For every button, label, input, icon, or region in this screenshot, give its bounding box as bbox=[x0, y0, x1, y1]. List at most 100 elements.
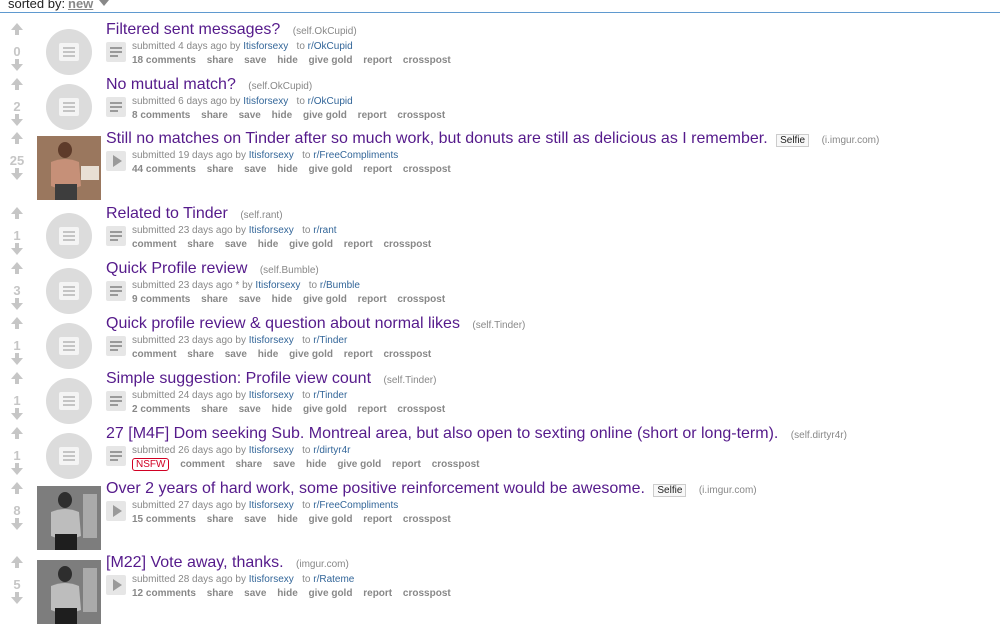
share-button[interactable]: share bbox=[207, 514, 234, 525]
save-button[interactable]: save bbox=[273, 459, 295, 470]
self-post-icon[interactable] bbox=[46, 378, 92, 424]
post-title-link[interactable]: Simple suggestion: Profile view count bbox=[106, 370, 371, 387]
downvote-arrow-icon[interactable] bbox=[11, 298, 23, 310]
downvote-arrow-icon[interactable] bbox=[11, 168, 23, 180]
self-post-icon[interactable] bbox=[46, 323, 92, 369]
subreddit-link[interactable]: r/rant bbox=[313, 225, 336, 236]
save-button[interactable]: save bbox=[244, 588, 266, 599]
text-expando-icon[interactable] bbox=[106, 42, 126, 62]
upvote-arrow-icon[interactable] bbox=[11, 207, 23, 219]
share-button[interactable]: share bbox=[207, 164, 234, 175]
subreddit-link[interactable]: r/OkCupid bbox=[308, 41, 353, 52]
share-button[interactable]: share bbox=[201, 110, 228, 121]
crosspost-button[interactable]: crosspost bbox=[403, 55, 451, 66]
subreddit-link[interactable]: r/Tinder bbox=[313, 335, 347, 346]
share-button[interactable]: share bbox=[207, 588, 234, 599]
share-button[interactable]: share bbox=[201, 294, 228, 305]
text-expando-icon[interactable] bbox=[106, 446, 126, 466]
give-gold-button[interactable]: give gold bbox=[337, 459, 381, 470]
author-link[interactable]: Itisforsexy bbox=[243, 41, 288, 52]
hide-button[interactable]: hide bbox=[272, 110, 293, 121]
save-button[interactable]: save bbox=[244, 164, 266, 175]
report-button[interactable]: report bbox=[358, 294, 387, 305]
upvote-arrow-icon[interactable] bbox=[11, 372, 23, 384]
give-gold-button[interactable]: give gold bbox=[289, 239, 333, 250]
crosspost-button[interactable]: crosspost bbox=[403, 164, 451, 175]
comments-button[interactable]: 2 comments bbox=[132, 404, 190, 415]
text-expando-icon[interactable] bbox=[106, 226, 126, 246]
give-gold-button[interactable]: give gold bbox=[303, 294, 347, 305]
upvote-arrow-icon[interactable] bbox=[11, 132, 23, 144]
report-button[interactable]: report bbox=[363, 55, 392, 66]
author-link[interactable]: Itisforsexy bbox=[255, 280, 300, 291]
author-link[interactable]: Itisforsexy bbox=[249, 225, 294, 236]
post-domain[interactable]: (self.OkCupid) bbox=[293, 26, 357, 37]
save-button[interactable]: save bbox=[239, 404, 261, 415]
play-expando-icon[interactable] bbox=[106, 501, 126, 521]
post-domain[interactable]: (self.Tinder) bbox=[472, 320, 525, 331]
post-title-link[interactable]: No mutual match? bbox=[106, 76, 236, 93]
comments-button[interactable]: 9 comments bbox=[132, 294, 190, 305]
comments-button[interactable]: comment bbox=[180, 459, 224, 470]
downvote-arrow-icon[interactable] bbox=[11, 59, 23, 71]
hide-button[interactable]: hide bbox=[258, 349, 279, 360]
upvote-arrow-icon[interactable] bbox=[11, 556, 23, 568]
text-expando-icon[interactable] bbox=[106, 336, 126, 356]
subreddit-link[interactable]: r/Bumble bbox=[320, 280, 360, 291]
post-title-link[interactable]: [M22] Vote away, thanks. bbox=[106, 554, 284, 571]
text-expando-icon[interactable] bbox=[106, 281, 126, 301]
self-post-icon[interactable] bbox=[46, 29, 92, 75]
post-domain[interactable]: (self.Bumble) bbox=[260, 265, 319, 276]
give-gold-button[interactable]: give gold bbox=[309, 514, 353, 525]
hide-button[interactable]: hide bbox=[258, 239, 279, 250]
give-gold-button[interactable]: give gold bbox=[289, 349, 333, 360]
hide-button[interactable]: hide bbox=[277, 55, 298, 66]
downvote-arrow-icon[interactable] bbox=[11, 592, 23, 604]
post-thumbnail[interactable] bbox=[37, 136, 101, 200]
subreddit-link[interactable]: r/Rateme bbox=[313, 574, 354, 585]
share-button[interactable]: share bbox=[187, 239, 214, 250]
play-expando-icon[interactable] bbox=[106, 575, 126, 595]
hide-button[interactable]: hide bbox=[277, 588, 298, 599]
self-post-icon[interactable] bbox=[46, 268, 92, 314]
post-domain[interactable]: (self.dirtyr4r) bbox=[791, 430, 847, 441]
subreddit-link[interactable]: r/FreeCompliments bbox=[313, 500, 398, 511]
downvote-arrow-icon[interactable] bbox=[11, 114, 23, 126]
author-link[interactable]: Itisforsexy bbox=[249, 445, 294, 456]
author-link[interactable]: Itisforsexy bbox=[249, 500, 294, 511]
upvote-arrow-icon[interactable] bbox=[11, 317, 23, 329]
post-title-link[interactable]: Still no matches on Tinder after so much… bbox=[106, 130, 768, 147]
post-domain[interactable]: (i.imgur.com) bbox=[822, 135, 880, 146]
comments-button[interactable]: 44 comments bbox=[132, 164, 196, 175]
give-gold-button[interactable]: give gold bbox=[309, 55, 353, 66]
self-post-icon[interactable] bbox=[46, 84, 92, 130]
crosspost-button[interactable]: crosspost bbox=[383, 239, 431, 250]
comments-button[interactable]: comment bbox=[132, 349, 176, 360]
give-gold-button[interactable]: give gold bbox=[309, 588, 353, 599]
report-button[interactable]: report bbox=[344, 349, 373, 360]
sort-selector[interactable]: new bbox=[68, 0, 93, 11]
crosspost-button[interactable]: crosspost bbox=[403, 514, 451, 525]
save-button[interactable]: save bbox=[244, 514, 266, 525]
report-button[interactable]: report bbox=[344, 239, 373, 250]
report-button[interactable]: report bbox=[363, 514, 392, 525]
report-button[interactable]: report bbox=[392, 459, 421, 470]
downvote-arrow-icon[interactable] bbox=[11, 408, 23, 420]
crosspost-button[interactable]: crosspost bbox=[397, 294, 445, 305]
hide-button[interactable]: hide bbox=[306, 459, 327, 470]
author-link[interactable]: Itisforsexy bbox=[249, 390, 294, 401]
self-post-icon[interactable] bbox=[46, 433, 92, 479]
hide-button[interactable]: hide bbox=[272, 294, 293, 305]
comments-button[interactable]: 15 comments bbox=[132, 514, 196, 525]
upvote-arrow-icon[interactable] bbox=[11, 262, 23, 274]
upvote-arrow-icon[interactable] bbox=[11, 23, 23, 35]
upvote-arrow-icon[interactable] bbox=[11, 78, 23, 90]
author-link[interactable]: Itisforsexy bbox=[249, 150, 294, 161]
post-thumbnail[interactable] bbox=[37, 560, 101, 624]
report-button[interactable]: report bbox=[358, 110, 387, 121]
comments-button[interactable]: 8 comments bbox=[132, 110, 190, 121]
crosspost-button[interactable]: crosspost bbox=[397, 110, 445, 121]
crosspost-button[interactable]: crosspost bbox=[397, 404, 445, 415]
downvote-arrow-icon[interactable] bbox=[11, 243, 23, 255]
subreddit-link[interactable]: r/dirtyr4r bbox=[313, 445, 350, 456]
